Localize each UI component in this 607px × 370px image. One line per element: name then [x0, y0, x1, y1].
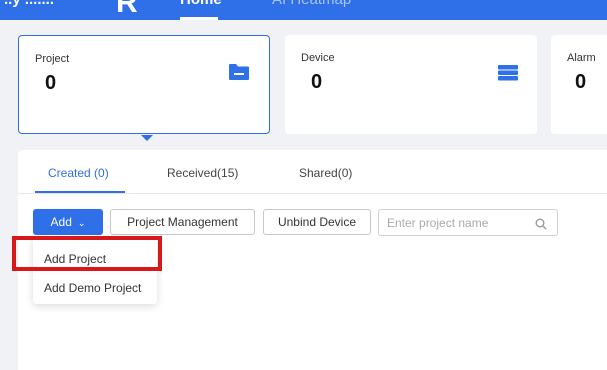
menu-item-add-demo-project[interactable]: Add Demo Project: [44, 281, 141, 295]
project-tabs: Created (0) Received(15) Shared(0): [18, 150, 607, 194]
stat-value: 0: [575, 71, 587, 93]
brand-logo[interactable]: R: [116, 0, 138, 20]
nav-ai-heatmap[interactable]: AI Heatmap: [272, 0, 351, 8]
device-stack-icon: [497, 65, 519, 86]
search-icon[interactable]: [535, 217, 547, 235]
active-tab-indicator: [35, 191, 125, 193]
brand-name: ..y .......: [4, 0, 54, 8]
tab-received[interactable]: Received(15): [167, 166, 238, 180]
tab-shared[interactable]: Shared(0): [299, 166, 352, 180]
stat-label: Alarm: [567, 52, 596, 64]
add-button-label: Add: [50, 215, 72, 229]
add-button[interactable]: Add ⌄: [33, 209, 103, 235]
search-input[interactable]: [387, 214, 527, 232]
stat-value: 0: [311, 71, 323, 93]
stat-label: Project: [35, 53, 70, 65]
stat-card-device[interactable]: Device 0: [285, 35, 537, 134]
nav-active-indicator: [180, 17, 218, 20]
folder-icon: [228, 63, 250, 86]
highlight-box: [12, 236, 162, 271]
stat-card-project[interactable]: Project 0: [18, 35, 270, 134]
stat-card-alarm[interactable]: Alarm 0: [551, 35, 607, 134]
stat-value: 0: [45, 72, 57, 94]
nav-home[interactable]: Home: [180, 0, 222, 8]
chevron-down-icon: ⌄: [77, 218, 86, 228]
top-nav-bar: ..y ....... R Home AI Heatmap: [0, 0, 607, 20]
stat-label: Device: [301, 52, 335, 64]
selected-card-pointer: [141, 135, 153, 141]
unbind-device-button[interactable]: Unbind Device: [263, 209, 371, 235]
project-management-button[interactable]: Project Management: [110, 209, 255, 235]
tab-created[interactable]: Created (0): [48, 166, 109, 180]
project-search[interactable]: [378, 209, 558, 236]
